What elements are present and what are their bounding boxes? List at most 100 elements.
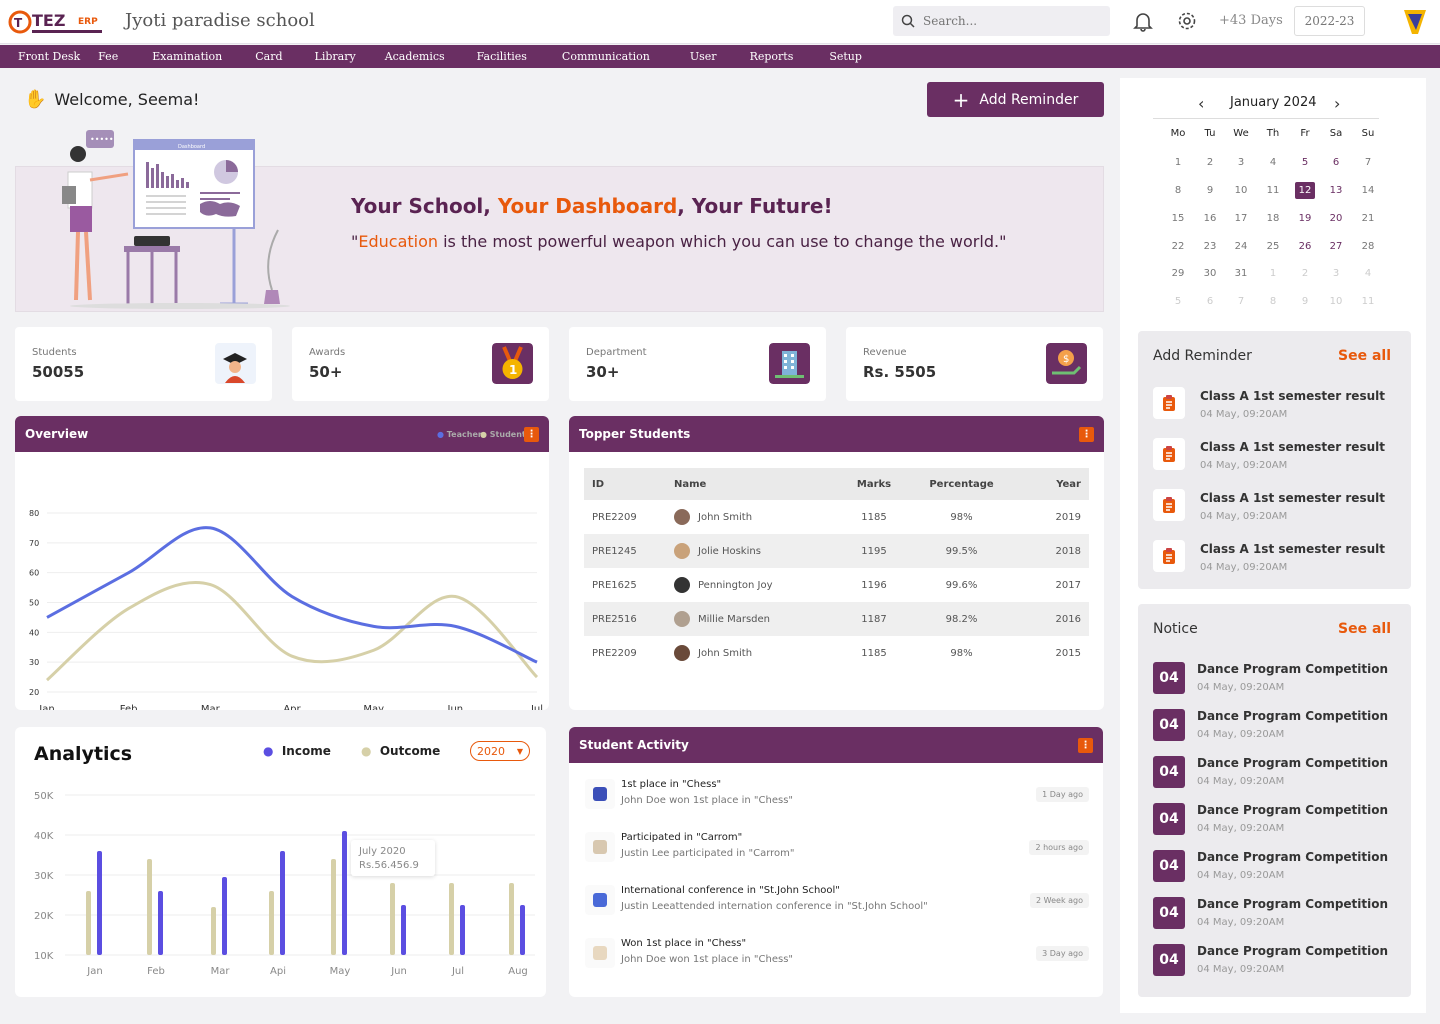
reminder-item-title[interactable]: Class A 1st semester result (1200, 542, 1385, 556)
calendar-day[interactable]: 25 (1263, 238, 1283, 255)
stat-card-students[interactable]: Students 50055 (15, 327, 272, 401)
chevron-left-icon[interactable]: ‹ (1198, 94, 1204, 113)
calendar-day[interactable]: 13 (1326, 182, 1346, 199)
calendar-day[interactable]: 7 (1358, 154, 1378, 171)
nav-item-user[interactable]: User (690, 50, 717, 63)
calendar-day[interactable]: 19 (1295, 210, 1315, 227)
gear-icon[interactable] (1176, 10, 1198, 32)
bell-icon[interactable] (1132, 10, 1154, 32)
bar-income[interactable] (342, 831, 347, 955)
overview-menu-icon[interactable]: ⋮ (524, 427, 539, 442)
table-row[interactable]: PRE2209 John Smith 1185 98% 2015 (584, 636, 1089, 670)
nav-item-communication[interactable]: Communication (562, 50, 650, 63)
notice-item-title[interactable]: Dance Program Competition (1197, 662, 1388, 676)
calendar-day[interactable]: 9 (1295, 293, 1315, 310)
calendar-day[interactable]: 10 (1326, 293, 1346, 310)
calendar-day[interactable]: 10 (1231, 182, 1251, 199)
session-selector[interactable]: 2022-23 (1294, 6, 1365, 36)
calendar-day[interactable]: 3 (1326, 265, 1346, 282)
calendar-day[interactable]: 30 (1200, 265, 1220, 282)
calendar-day[interactable]: 5 (1168, 293, 1188, 310)
nav-item-academics[interactable]: Academics (385, 50, 445, 63)
activity-item[interactable]: International conference in "St.John Sch… (585, 879, 1089, 929)
table-row[interactable]: PRE2209 John Smith 1185 98% 2019 (584, 500, 1089, 534)
calendar-day[interactable]: 29 (1168, 265, 1188, 282)
calendar-day-selected[interactable]: 12 (1295, 182, 1315, 199)
activity-item[interactable]: Participated in "Carrom" Justin Lee parti… (585, 826, 1089, 876)
calendar-day[interactable]: 6 (1200, 293, 1220, 310)
notice-item-title[interactable]: Dance Program Competition (1197, 897, 1388, 911)
calendar-day[interactable]: 20 (1326, 210, 1346, 227)
calendar-day[interactable]: 4 (1358, 265, 1378, 282)
calendar-day[interactable]: 16 (1200, 210, 1220, 227)
calendar-day[interactable]: 27 (1326, 238, 1346, 255)
calendar-day[interactable]: 1 (1168, 154, 1188, 171)
bar-outcome[interactable] (269, 891, 274, 955)
notice-item-title[interactable]: Dance Program Competition (1197, 850, 1388, 864)
calendar-day[interactable]: 5 (1295, 154, 1315, 171)
nav-item-front-desk[interactable]: Front Desk (18, 50, 80, 63)
bar-income[interactable] (158, 891, 163, 955)
calendar-day[interactable]: 3 (1231, 154, 1251, 171)
notice-see-all[interactable]: See all (1338, 621, 1391, 637)
calendar-day[interactable]: 6 (1326, 154, 1346, 171)
bar-income[interactable] (460, 905, 465, 955)
activity-item[interactable]: Won 1st place in "Chess" John Doe won 1st… (585, 932, 1089, 982)
bar-income[interactable] (97, 851, 102, 955)
notice-item-title[interactable]: Dance Program Competition (1197, 803, 1388, 817)
activity-menu-icon[interactable]: ⋮ (1078, 738, 1093, 753)
topper-menu-icon[interactable]: ⋮ (1079, 427, 1094, 442)
nav-item-setup[interactable]: Setup (829, 50, 862, 63)
calendar-day[interactable]: 8 (1263, 293, 1283, 310)
add-reminder-button[interactable]: + Add Reminder (927, 82, 1104, 117)
calendar-day[interactable]: 17 (1231, 210, 1251, 227)
search-input[interactable] (923, 14, 1093, 28)
calendar-day[interactable]: 23 (1200, 238, 1220, 255)
year-select[interactable]: 2020 ▼ (470, 741, 530, 761)
reminder-item-title[interactable]: Class A 1st semester result (1200, 440, 1385, 454)
calendar-day[interactable]: 22 (1168, 238, 1188, 255)
table-row[interactable]: PRE1245 Jolie Hoskins 1195 99.5% 2018 (584, 534, 1089, 568)
activity-item[interactable]: 1st place in "Chess" John Doe won 1st pla… (585, 773, 1089, 823)
nav-item-fee[interactable]: Fee (98, 50, 118, 63)
bar-income[interactable] (401, 905, 406, 955)
calendar-day[interactable]: 11 (1263, 182, 1283, 199)
bar-outcome[interactable] (390, 883, 395, 955)
calendar-day[interactable]: 28 (1358, 238, 1378, 255)
nav-item-facilities[interactable]: Facilities (477, 50, 527, 63)
table-row[interactable]: PRE2516 Millie Marsden 1187 98.2% 2016 (584, 602, 1089, 636)
calendar-day[interactable]: 2 (1295, 265, 1315, 282)
nav-item-examination[interactable]: Examination (152, 50, 222, 63)
calendar-day[interactable]: 14 (1358, 182, 1378, 199)
bar-income[interactable] (280, 851, 285, 955)
calendar-day[interactable]: 24 (1231, 238, 1251, 255)
bar-outcome[interactable] (86, 891, 91, 955)
bar-outcome[interactable] (331, 859, 336, 955)
calendar-day[interactable]: 7 (1231, 293, 1251, 310)
stat-card-department[interactable]: Department 30+ (569, 327, 826, 401)
notice-item-title[interactable]: Dance Program Competition (1197, 709, 1388, 723)
nav-item-reports[interactable]: Reports (750, 50, 794, 63)
notice-item-title[interactable]: Dance Program Competition (1197, 944, 1388, 958)
table-row[interactable]: PRE1625 Pennington Joy 1196 99.6% 2017 (584, 568, 1089, 602)
stat-card-revenue[interactable]: Revenue Rs. 5505 $ (846, 327, 1103, 401)
calendar-day[interactable]: 4 (1263, 154, 1283, 171)
bar-outcome[interactable] (211, 907, 216, 955)
calendar-day[interactable]: 9 (1200, 182, 1220, 199)
nav-item-card[interactable]: Card (255, 50, 282, 63)
calendar-day[interactable]: 11 (1358, 293, 1378, 310)
bar-income[interactable] (520, 905, 525, 955)
calendar-day[interactable]: 8 (1168, 182, 1188, 199)
calendar-day[interactable]: 31 (1231, 265, 1251, 282)
calendar-day[interactable]: 18 (1263, 210, 1283, 227)
bar-income[interactable] (222, 877, 227, 955)
bar-outcome[interactable] (147, 859, 152, 955)
calendar-day[interactable]: 21 (1358, 210, 1378, 227)
chevron-right-icon[interactable]: › (1334, 94, 1340, 113)
reminder-item-title[interactable]: Class A 1st semester result (1200, 389, 1385, 403)
calendar-day[interactable]: 26 (1295, 238, 1315, 255)
notice-item-title[interactable]: Dance Program Competition (1197, 756, 1388, 770)
nav-item-library[interactable]: Library (315, 50, 356, 63)
reminder-see-all[interactable]: See all (1338, 348, 1391, 364)
calendar-day[interactable]: 2 (1200, 154, 1220, 171)
